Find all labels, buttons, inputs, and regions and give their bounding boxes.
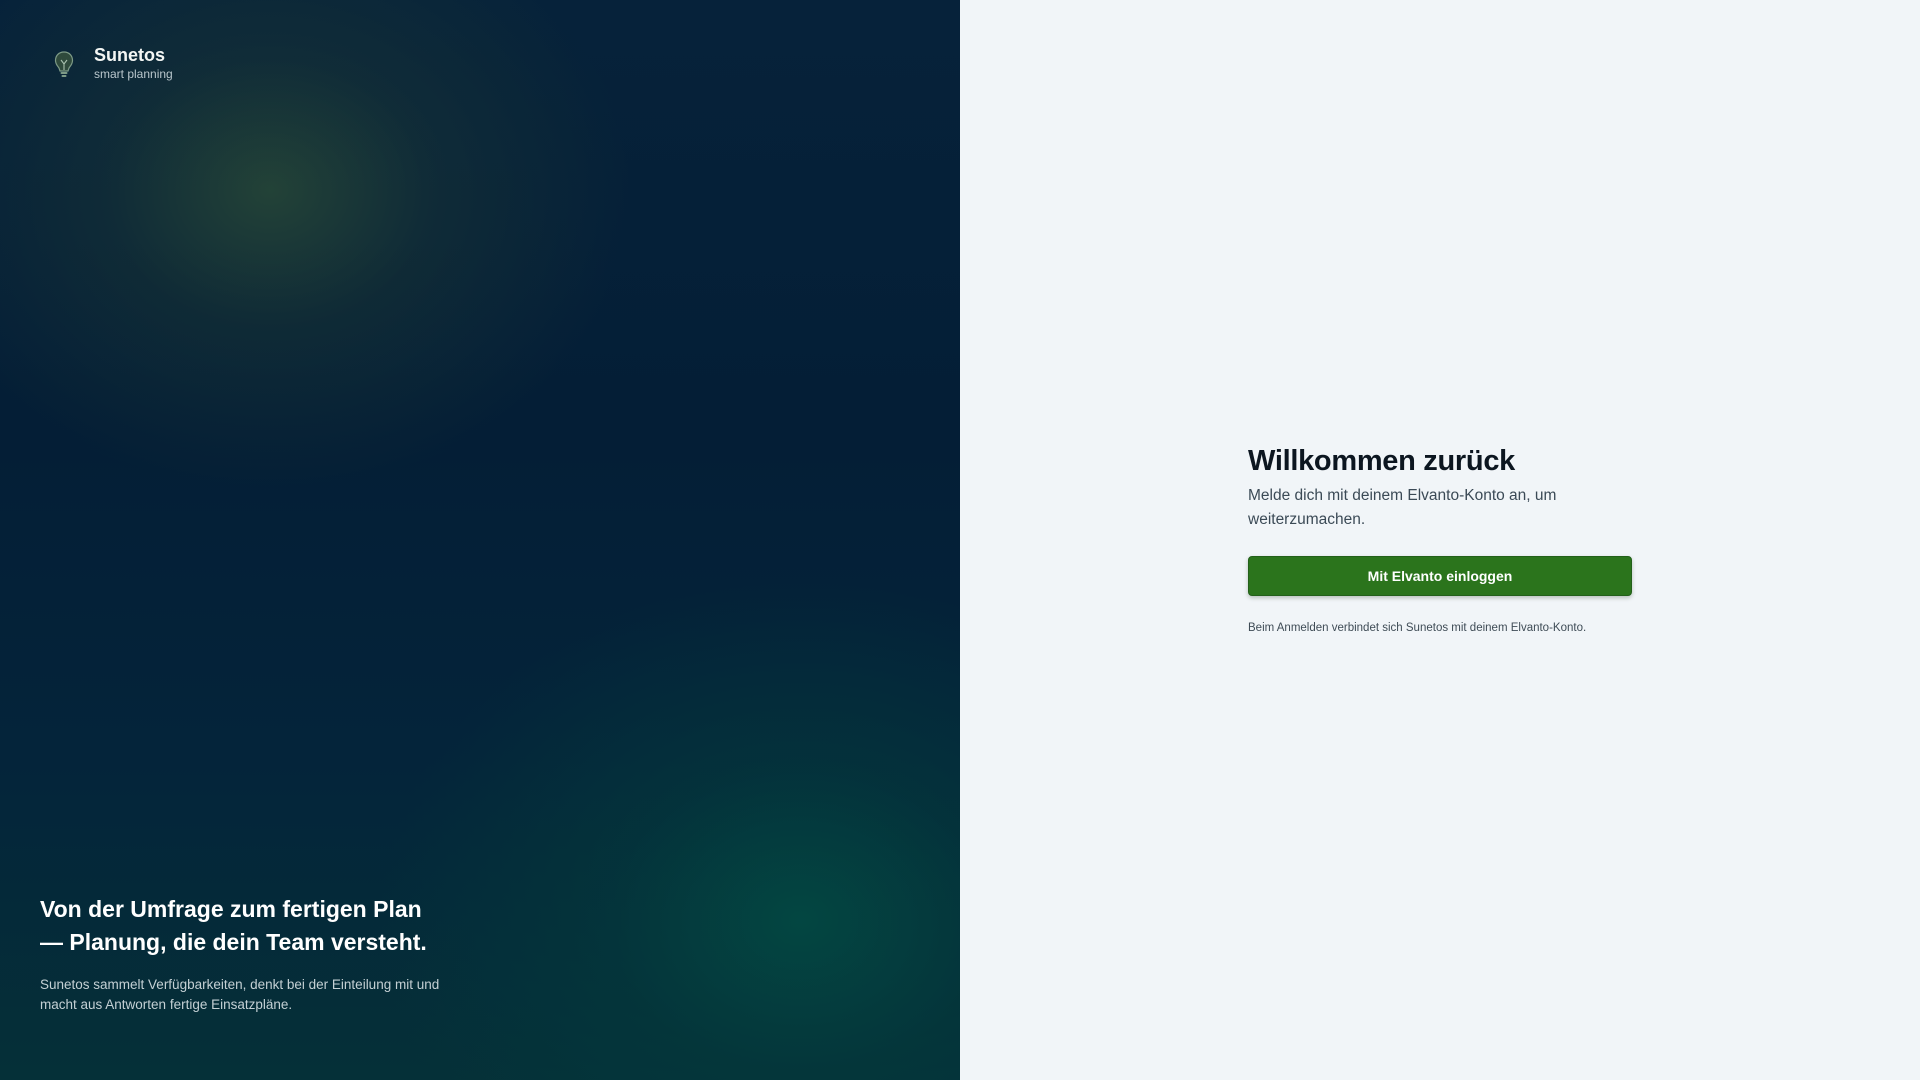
lightbulb-icon — [54, 51, 74, 77]
hero-section: Von der Umfrage zum fertigen Plan — Plan… — [40, 893, 500, 1015]
hero-headline-line-1: Von der Umfrage zum fertigen Plan — [40, 896, 422, 922]
login-subtitle: Melde dich mit deinem Elvanto-Konto an, … — [1248, 484, 1633, 532]
login-card: Willkommen zurück Melde dich mit deinem … — [1248, 441, 1633, 636]
login-subtitle-line-2: weiterzumachen. — [1248, 511, 1366, 528]
hero-description-line-2: macht aus Antworten fertige Einsatzpläne… — [40, 997, 293, 1012]
login-title: Willkommen zurück — [1248, 445, 1515, 477]
brand-text: Sunetos smart planning — [94, 44, 173, 82]
elvanto-login-button[interactable]: Mit Elvanto einloggen — [1248, 556, 1632, 596]
login-panel: Willkommen zurück Melde dich mit deinem … — [960, 0, 1920, 1080]
login-subtitle-line-1: Melde dich mit deinem Elvanto-Konto an, … — [1248, 487, 1557, 504]
hero-description-line-1: Sunetos sammelt Verfügbarkeiten, denkt b… — [40, 977, 440, 992]
hero-headline: Von der Umfrage zum fertigen Plan — Plan… — [40, 893, 500, 959]
hero-description: Sunetos sammelt Verfügbarkeiten, denkt b… — [40, 975, 500, 1015]
brand-tagline: smart planning — [94, 67, 173, 81]
brand-name: Sunetos — [94, 45, 166, 65]
brand-panel: Sunetos smart planning Von der Umfrage z… — [0, 0, 960, 1080]
hero-headline-line-2: — Planung, die dein Team versteht. — [40, 929, 427, 955]
brand-header: Sunetos smart planning — [52, 44, 173, 82]
login-footnote: Beim Anmelden verbindet sich Sunetos mit… — [1248, 622, 1587, 634]
